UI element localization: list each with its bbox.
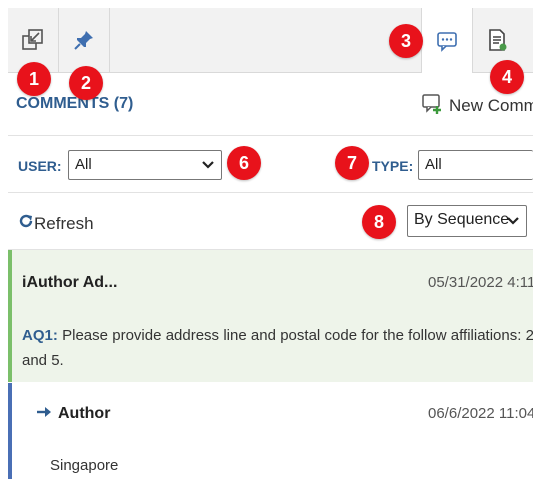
type-filter-select[interactable]: All [418,150,533,180]
callout-marker: 1 [17,62,51,96]
add-comment-icon [421,91,443,120]
query-id: AQ1: [22,327,58,344]
user-filter-label: USER: [18,158,62,174]
type-filter-label: TYPE: [372,158,414,174]
chevron-down-icon [201,157,215,177]
reply-text: Singapore [50,457,119,474]
user-filter-select[interactable]: All [68,150,222,180]
callout-marker: 6 [227,146,261,180]
callout-marker: 4 [490,60,524,94]
callout-marker: 7 [335,146,369,180]
pin-button[interactable] [59,8,110,72]
sort-order-select[interactable]: By Sequence [407,205,527,237]
comment-date: 05/31/2022 4:11 [428,274,533,291]
callout-marker: 3 [389,24,423,58]
comments-tab-button[interactable] [421,8,473,73]
callout-marker: 2 [69,66,103,100]
refresh-button[interactable]: Refresh [18,213,94,234]
new-comment-button[interactable]: New Comm [421,91,533,120]
type-filter-value: All [425,156,442,173]
reply-author-row: Author [36,405,110,423]
panel-toolbar [8,8,533,73]
refresh-sort-row: Refresh By Sequence [8,193,533,250]
refresh-icon [18,213,34,234]
comments-count-title: COMMENTS (7) [16,95,134,112]
comment-body: AQ1: Please provide address line and pos… [22,323,533,373]
pin-icon [72,28,96,52]
reply-arrow-icon [36,405,52,423]
comment-card[interactable]: iAuthor Ad... 05/31/2022 4:11 AQ1: Pleas… [8,250,533,382]
reply-author: Author [58,405,111,422]
new-comment-label: New Comm [449,95,533,115]
filters-row: USER: All TYPE: All [8,136,533,193]
refresh-label: Refresh [34,213,94,233]
comment-author: iAuthor Ad... [22,274,118,291]
reply-date: 06/6/2022 11:04 [428,405,533,422]
comment-text: Please provide address line and postal c… [22,327,533,369]
callout-marker: 8 [362,205,396,239]
reply-card[interactable]: Author 06/6/2022 11:04 Singapore [8,383,533,479]
sort-order-value: By Sequence [414,211,510,228]
collapse-arrow-icon [20,27,46,53]
comment-bubble-icon [435,29,459,53]
document-icon [486,28,508,52]
chevron-down-icon [506,213,520,234]
user-filter-value: All [75,156,92,173]
